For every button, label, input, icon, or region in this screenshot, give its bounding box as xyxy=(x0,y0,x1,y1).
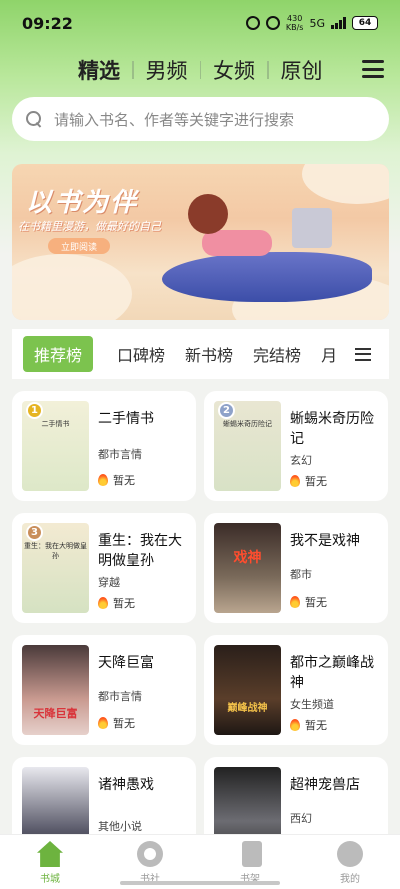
book-card[interactable]: 二手情书 1 二手情书 都市言情 暂无 xyxy=(12,391,196,501)
fire-icon xyxy=(98,717,108,729)
heat-value: 暂无 xyxy=(113,597,135,610)
nav-label: 我的 xyxy=(340,874,360,885)
book-card[interactable]: 重生：我在大明做皇孙 3 重生：我在大明做皇孙 穿越 暂无 xyxy=(12,513,196,623)
book-cover: 天降巨富 xyxy=(22,645,89,735)
fire-icon xyxy=(290,596,300,608)
book-title: 超神宠兽店 xyxy=(290,777,360,793)
book-heat: 暂无 xyxy=(290,473,327,489)
home-icon xyxy=(37,841,63,867)
tab-original[interactable]: 原创 xyxy=(269,55,335,85)
battery-icon: 64 xyxy=(352,16,378,30)
search-bar[interactable]: 请输入书名、作者等关键字进行搜索 xyxy=(12,97,389,141)
alarm-icon xyxy=(245,16,260,30)
book-title: 二手情书 xyxy=(98,411,154,427)
status-icons: 430 KB/s 5G 64 xyxy=(245,14,378,32)
status-time: 09:22 xyxy=(22,13,73,33)
book-title: 天降巨富 xyxy=(98,655,154,671)
rank-more[interactable] xyxy=(341,329,389,379)
menu-icon[interactable] xyxy=(362,58,384,80)
status-bar: 09:22 430 KB/s 5G 64 xyxy=(0,0,400,46)
cover-title: 重生：我在大明做皇孙 xyxy=(24,542,87,560)
book-cover: 巅峰战神 xyxy=(214,645,281,735)
book-genre: 都市言情 xyxy=(98,448,142,461)
book-genre: 其他小说 xyxy=(98,820,142,833)
book-title: 重生：我在大明做皇孙 xyxy=(98,533,182,569)
nav-label: 书城 xyxy=(40,874,60,885)
rank-badge: 3 xyxy=(26,524,43,541)
heat-value: 暂无 xyxy=(113,474,135,487)
cover-title: 巅峰战神 xyxy=(227,703,268,714)
channel-tabs: 精选 男频 女频 原创 xyxy=(66,54,335,86)
heat-value: 暂无 xyxy=(113,717,135,730)
tab-male[interactable]: 男频 xyxy=(134,55,200,85)
book-genre: 西幻 xyxy=(290,812,312,825)
search-placeholder: 请输入书名、作者等关键字进行搜索 xyxy=(54,110,295,129)
tab-female[interactable]: 女频 xyxy=(201,55,267,85)
book-genre: 玄幻 xyxy=(290,454,312,467)
ranking-tabs: 推荐榜 口碑榜 新书榜 完结榜 月 xyxy=(12,329,389,379)
nav-bookstore[interactable]: 书城 xyxy=(0,835,100,889)
heat-value: 暂无 xyxy=(305,475,327,488)
cover-title: 戏神 xyxy=(233,550,262,566)
cover-title: 蜥蜴米奇历险记 xyxy=(223,420,272,428)
profile-icon xyxy=(337,841,363,867)
rank-badge: 2 xyxy=(218,402,235,419)
banner-cloud xyxy=(302,164,389,204)
fire-icon xyxy=(98,597,108,609)
book-heat: 暂无 xyxy=(98,472,135,488)
fire-icon xyxy=(98,474,108,486)
cover-title: 二手情书 xyxy=(41,420,70,428)
bookshelf-icon xyxy=(241,841,262,867)
book-title: 我不是戏神 xyxy=(290,533,360,549)
book-heat: 暂无 xyxy=(98,595,135,611)
community-icon xyxy=(137,841,163,867)
banner-cloud xyxy=(12,254,132,320)
net-speed: 430 KB/s xyxy=(285,14,304,32)
home-indicator[interactable] xyxy=(120,881,280,885)
book-title: 诸神愚戏 xyxy=(98,777,154,793)
nav-profile[interactable]: 我的 xyxy=(300,835,400,889)
book-title: 蜥蜴米奇历险记 xyxy=(290,411,374,447)
girl-head-illustration xyxy=(188,194,228,234)
signal-icon xyxy=(331,17,346,29)
net-type: 5G xyxy=(309,16,325,30)
rank-tab-reputation[interactable]: 口碑榜 xyxy=(117,342,165,366)
mute-icon xyxy=(265,16,280,30)
book-genre: 穿越 xyxy=(98,576,120,589)
book-genre: 都市言情 xyxy=(98,690,142,703)
search-icon xyxy=(26,111,42,127)
fire-icon xyxy=(290,719,300,731)
book-title: 都市之巅峰战神 xyxy=(290,655,374,691)
whale-illustration xyxy=(162,252,372,302)
rank-badge: 1 xyxy=(26,402,43,419)
promo-banner[interactable]: 以书为伴 在书籍里漫游，做最好的自己 立即阅读 xyxy=(12,164,389,320)
girl-illustration xyxy=(202,230,272,256)
banner-subtitle: 在书籍里漫游，做最好的自己 xyxy=(18,220,161,233)
books-illustration xyxy=(292,208,332,248)
book-heat: 暂无 xyxy=(290,717,327,733)
book-cover: 戏神 xyxy=(214,523,281,613)
tab-featured[interactable]: 精选 xyxy=(66,55,132,85)
banner-read-button[interactable]: 立即阅读 xyxy=(48,238,110,254)
book-genre: 女生频道 xyxy=(290,698,334,711)
list-icon xyxy=(355,347,371,361)
rank-tab-recommend[interactable]: 推荐榜 xyxy=(23,336,94,372)
heat-value: 暂无 xyxy=(305,596,327,609)
rank-tab-new[interactable]: 新书榜 xyxy=(185,342,233,366)
book-card[interactable]: 戏神 我不是戏神 都市 暂无 xyxy=(204,513,388,623)
book-card[interactable]: 巅峰战神 都市之巅峰战神 女生频道 暂无 xyxy=(204,635,388,745)
book-heat: 暂无 xyxy=(290,594,327,610)
rank-tab-monthly[interactable]: 月 xyxy=(321,342,337,366)
book-genre: 都市 xyxy=(290,568,312,581)
rank-tab-finished[interactable]: 完结榜 xyxy=(253,342,301,366)
book-card[interactable]: 天降巨富 天降巨富 都市言情 暂无 xyxy=(12,635,196,745)
cover-title: 天降巨富 xyxy=(33,707,78,720)
book-card[interactable]: 蜥蜴米奇历险记 2 蜥蜴米奇历险记 玄幻 暂无 xyxy=(204,391,388,501)
heat-value: 暂无 xyxy=(305,719,327,732)
banner-title: 以书为伴 xyxy=(26,188,139,218)
fire-icon xyxy=(290,475,300,487)
book-heat: 暂无 xyxy=(98,715,135,731)
